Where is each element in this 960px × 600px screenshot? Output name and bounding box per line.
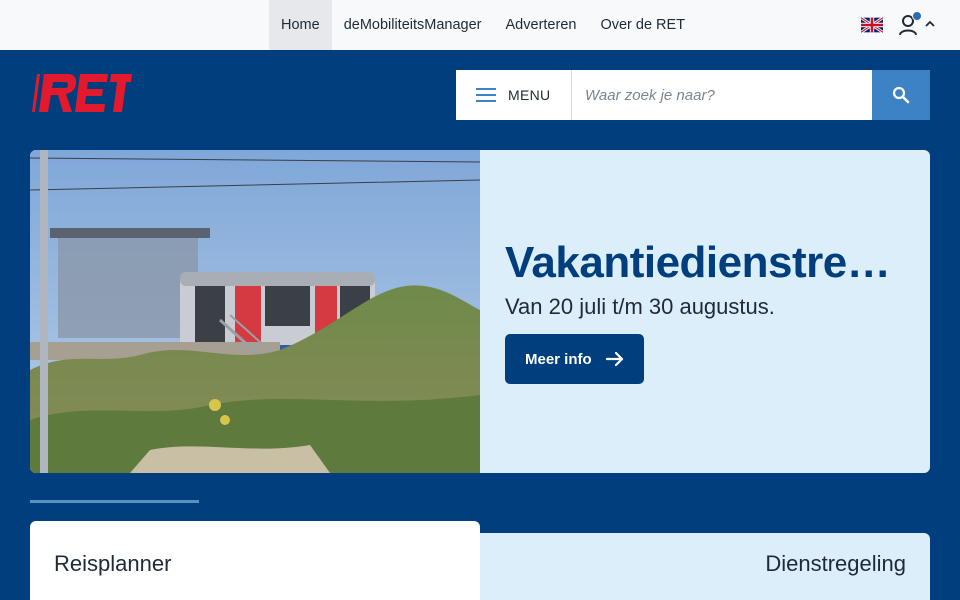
nav-item-adverteren[interactable]: Adverteren bbox=[494, 0, 589, 50]
tab-reisplanner[interactable]: Reisplanner bbox=[30, 521, 480, 600]
hero-title: Vakantiedienstregeling bbox=[505, 238, 895, 287]
tram-station-photo bbox=[30, 150, 480, 473]
top-bar: Home deMobiliteitsManager Adverteren Ove… bbox=[0, 0, 960, 50]
meer-info-label: Meer info bbox=[525, 350, 592, 368]
chevron-up-icon[interactable] bbox=[924, 19, 936, 29]
hero-banner: Vakantiedienstregeling Van 20 juli t/m 3… bbox=[30, 150, 930, 473]
search-button[interactable] bbox=[872, 70, 930, 120]
ret-logo[interactable] bbox=[32, 74, 132, 112]
hero-subtitle: Van 20 juli t/m 30 augustus. bbox=[505, 294, 775, 319]
top-navigation: Home deMobiliteitsManager Adverteren Ove… bbox=[269, 0, 697, 50]
nav-item-over-de-ret[interactable]: Over de RET bbox=[588, 0, 697, 50]
arrow-right-icon bbox=[605, 351, 623, 367]
menu-button[interactable]: MENU bbox=[456, 70, 572, 120]
uk-flag-icon[interactable] bbox=[861, 17, 883, 33]
meer-info-button[interactable]: Meer info bbox=[505, 334, 644, 384]
tab-dienstregeling[interactable]: Dienstregeling bbox=[480, 533, 930, 600]
tab-reisplanner-label: Reisplanner bbox=[54, 551, 172, 576]
search-input[interactable] bbox=[572, 70, 872, 120]
nav-item-demobiliteitsmanager[interactable]: deMobiliteitsManager bbox=[332, 0, 494, 50]
nav-item-home[interactable]: Home bbox=[269, 0, 332, 50]
account-status-badge bbox=[912, 11, 922, 21]
tab-dienstregeling-label: Dienstregeling bbox=[765, 551, 906, 576]
search-icon bbox=[892, 86, 910, 104]
carousel-progress-bar bbox=[30, 500, 199, 503]
hamburger-icon bbox=[476, 88, 496, 102]
hero-content: Vakantiedienstregeling Van 20 juli t/m 3… bbox=[505, 238, 905, 384]
menu-label: MENU bbox=[508, 87, 551, 103]
